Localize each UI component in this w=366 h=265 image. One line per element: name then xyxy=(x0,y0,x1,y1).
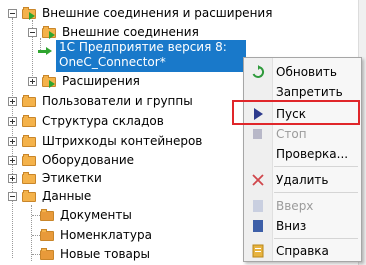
documents-folder-icon xyxy=(40,208,56,222)
tree-item-label-line2: OneC_Connector* xyxy=(59,55,166,69)
tree-item-onec-connector[interactable]: 1С Предприятие версия 8: OneC_Connector* xyxy=(56,40,246,72)
tree-item-label: Структура складов xyxy=(42,114,164,128)
tree-item-extensions[interactable]: Расширения xyxy=(0,71,240,91)
menu-item-stop[interactable]: Стоп xyxy=(244,124,361,144)
tree-item-equipment[interactable]: Оборудование xyxy=(0,150,240,170)
menu-item-label: Стоп xyxy=(276,127,307,141)
help-icon xyxy=(252,244,264,258)
expand-icon[interactable] xyxy=(28,77,37,86)
menu-item-disable[interactable]: Запретить xyxy=(244,82,361,102)
tree-item-warehouse-structure[interactable]: Структура складов xyxy=(0,111,240,131)
menu-item-label: Проверка... xyxy=(276,147,349,161)
tree-item-label: Новые товары xyxy=(60,247,150,261)
folder-connector-icon xyxy=(22,6,38,20)
tree-guide-line xyxy=(32,254,40,255)
tree-guide-line xyxy=(32,215,40,216)
refresh-icon xyxy=(252,65,265,78)
expand-icon[interactable] xyxy=(8,97,17,106)
new-goods-folder-icon xyxy=(40,247,56,261)
tree-item-label: Оборудование xyxy=(42,153,134,167)
folder-icon xyxy=(22,94,38,108)
menu-item-label: Справка xyxy=(276,244,329,258)
tree-item-external-connections[interactable]: Внешние соединения xyxy=(0,22,358,42)
menu-separator xyxy=(274,192,358,193)
nomenclature-folder-icon xyxy=(40,228,56,242)
tree-item-label: Номенклатура xyxy=(60,228,152,242)
tree-item-label: Внешние соединения и расширения xyxy=(42,6,273,20)
menu-item-refresh[interactable]: Обновить xyxy=(244,62,361,82)
tree-item-label: Пользователи и группы xyxy=(42,94,193,108)
menu-item-label: Вниз xyxy=(276,219,307,233)
collapse-icon[interactable] xyxy=(28,28,37,37)
tree-item-label: Внешние соединения xyxy=(62,25,199,39)
menu-item-delete[interactable]: Удалить xyxy=(244,170,361,190)
folder-icon xyxy=(22,171,38,185)
collapse-icon[interactable] xyxy=(8,192,17,201)
tree-item-label: Документы xyxy=(60,208,132,222)
menu-separator xyxy=(274,238,358,239)
tree-item-label: Данные xyxy=(42,189,92,203)
delete-icon xyxy=(252,174,264,186)
tree-item-label: Этикетки xyxy=(42,171,102,185)
menu-item-up[interactable]: Вверх xyxy=(244,196,361,216)
menu-item-help[interactable]: Справка xyxy=(244,241,361,261)
tree-item-label: Штрихкоды контейнеров xyxy=(42,134,203,148)
tree-item-label: Расширения xyxy=(62,74,140,88)
menu-item-check[interactable]: Проверка... xyxy=(244,144,361,164)
stop-icon xyxy=(253,129,262,139)
expand-icon[interactable] xyxy=(8,137,17,146)
tree-item-external-connections-extensions[interactable]: Внешние соединения и расширения xyxy=(0,3,358,23)
expand-icon[interactable] xyxy=(8,117,17,126)
folder-icon xyxy=(22,114,38,128)
tree-item-new-goods[interactable]: Новые товары xyxy=(0,244,240,264)
highlight-box xyxy=(232,100,360,125)
connection-arrow-icon xyxy=(38,46,54,60)
tree-item-container-barcodes[interactable]: Штрихкоды контейнеров xyxy=(0,131,240,151)
folder-extensions-icon xyxy=(42,74,58,88)
context-menu: Обновить Запретить Пуск Стоп Проверка...… xyxy=(243,57,362,262)
menu-item-label: Вверх xyxy=(276,199,314,213)
menu-separator xyxy=(274,166,358,167)
folder-connector-icon xyxy=(42,25,58,39)
tree-item-users-groups[interactable]: Пользователи и группы xyxy=(0,91,240,111)
tree-guide-line xyxy=(32,235,40,236)
down-icon xyxy=(253,220,263,232)
tree-item-labels[interactable]: Этикетки xyxy=(0,168,240,188)
folder-icon xyxy=(22,134,38,148)
folder-open-icon xyxy=(22,189,38,203)
menu-item-label: Удалить xyxy=(276,173,329,187)
up-icon xyxy=(253,200,263,212)
collapse-icon[interactable] xyxy=(8,9,17,18)
tree-item-documents[interactable]: Документы xyxy=(0,205,240,225)
tree-item-data[interactable]: Данные xyxy=(0,186,240,206)
menu-item-label: Обновить xyxy=(276,65,337,79)
menu-item-down[interactable]: Вниз xyxy=(244,216,361,236)
tree-item-label-line1: 1С Предприятие версия 8: xyxy=(59,40,227,54)
expand-icon[interactable] xyxy=(8,156,17,165)
folder-icon xyxy=(22,153,38,167)
menu-item-label: Запретить xyxy=(276,85,343,99)
tree-item-nomenclature[interactable]: Номенклатура xyxy=(0,225,240,245)
expand-icon[interactable] xyxy=(8,174,17,183)
